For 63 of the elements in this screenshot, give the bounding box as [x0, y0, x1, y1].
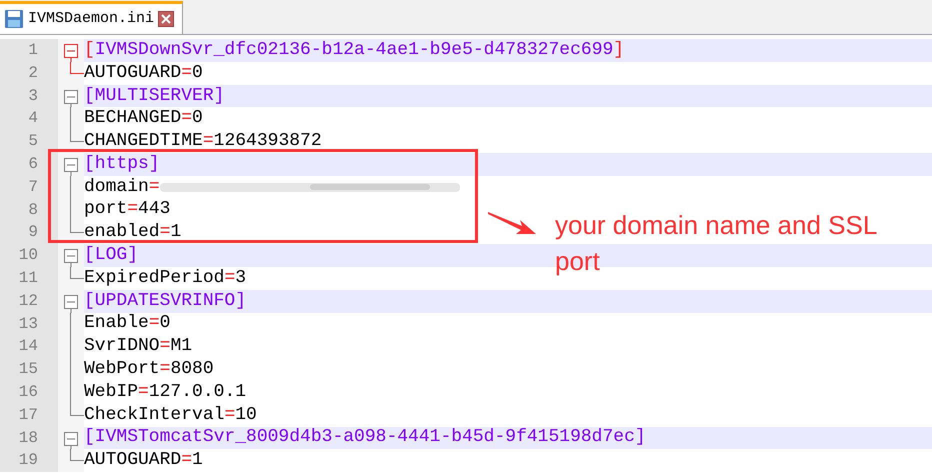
equals-sign: = [202, 130, 214, 154]
section-header: [IVMSDownSvr_dfc02136-b12a-4ae1-b9e5-d478327ec699] [84, 38, 624, 62]
equals-sign: = [160, 358, 170, 382]
line-number: 13 [18, 314, 38, 333]
line-number: 19 [18, 451, 38, 470]
setting-value: 0 [192, 62, 203, 85]
setting-value: 10 [235, 404, 257, 427]
line-number: 17 [18, 406, 38, 424]
setting-value: 1264393872 [214, 130, 322, 154]
setting-value: 0 [160, 312, 170, 336]
setting-value: 1 [192, 449, 203, 472]
setting-key: ExpiredPeriod [84, 264, 224, 292]
equals-sign: = [127, 198, 138, 222]
line-number: 12 [18, 292, 38, 310]
setting-value: 443 [138, 198, 170, 222]
line-number: 4 [28, 109, 38, 128]
line-number: 3 [28, 86, 38, 105]
line-number: 15 [18, 360, 38, 378]
equals-sign: = [181, 107, 192, 130]
file-tab[interactable]: IVMSDaemon.ini [0, 1, 184, 34]
setting-value: 8080 [170, 358, 214, 382]
section-header: [LOG] [84, 244, 138, 268]
line-number: 14 [18, 337, 38, 356]
equals-sign: = [160, 221, 170, 244]
line-number: 11 [18, 268, 38, 287]
fold-minus-icon[interactable] [64, 158, 78, 176]
line-number: 9 [28, 223, 38, 242]
line-number: 7 [28, 178, 38, 196]
section-header: [IVMSTomcatSvr_8009d4b3-a098-4441-b45d-9f415198d7ec] [84, 426, 646, 450]
fold-minus-icon[interactable] [64, 249, 78, 268]
line-number: 1 [28, 41, 38, 59]
equals-sign: = [224, 266, 236, 290]
close-icon[interactable] [158, 11, 174, 27]
setting-value: 1 [170, 221, 182, 244]
equals-sign: = [181, 449, 192, 472]
line-number: 10 [18, 246, 38, 264]
line-number: 8 [28, 200, 38, 219]
setting-value: M1 [170, 335, 192, 358]
line-number: 16 [18, 382, 38, 401]
equals-sign: = [181, 62, 192, 85]
section-header: [https] [84, 152, 160, 176]
annotation-text: your domain name and SSL port [555, 209, 878, 278]
equals-sign: = [160, 335, 170, 358]
line-number: 2 [28, 64, 38, 82]
equals-sign: = [224, 404, 236, 427]
setting-value: 3 [235, 266, 246, 290]
section-header: [UPDATESVRINFO] [84, 290, 246, 313]
equals-sign: = [148, 312, 160, 336]
line-number: 18 [18, 428, 38, 447]
equals-sign: = [148, 176, 160, 199]
section-header: [MULTISERVER] [84, 84, 224, 108]
tab-title: IVMSDaemon.ini [28, 8, 154, 29]
fold-minus-icon[interactable] [64, 90, 78, 108]
setting-key: AUTOGUARD [84, 60, 182, 87]
setting-key: AUTOGUARD [84, 447, 182, 474]
setting-value: 0 [192, 107, 203, 130]
fold-minus-icon[interactable] [64, 432, 78, 450]
setting-value: 127.0.0.1 [148, 380, 246, 404]
line-number: 6 [28, 154, 38, 173]
equals-sign: = [138, 380, 149, 404]
fold-minus-icon[interactable] [64, 294, 78, 313]
fold-minus-icon[interactable] [64, 44, 78, 62]
line-number: 5 [28, 132, 38, 150]
